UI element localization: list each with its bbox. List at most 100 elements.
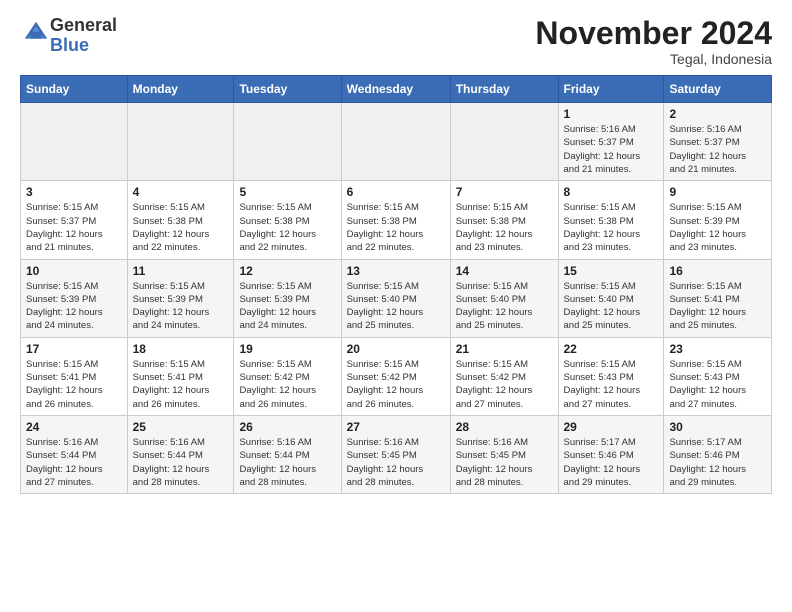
day-number: 14 xyxy=(456,264,553,278)
weekday-header-sunday: Sunday xyxy=(21,76,128,103)
calendar-cell xyxy=(127,103,234,181)
day-info: Sunrise: 5:16 AM Sunset: 5:44 PM Dayligh… xyxy=(133,436,229,489)
day-number: 28 xyxy=(456,420,553,434)
day-info: Sunrise: 5:15 AM Sunset: 5:38 PM Dayligh… xyxy=(239,201,335,254)
weekday-header-thursday: Thursday xyxy=(450,76,558,103)
calendar-table: SundayMondayTuesdayWednesdayThursdayFrid… xyxy=(20,75,772,494)
day-info: Sunrise: 5:15 AM Sunset: 5:39 PM Dayligh… xyxy=(669,201,766,254)
day-info: Sunrise: 5:15 AM Sunset: 5:41 PM Dayligh… xyxy=(133,358,229,411)
logo-icon xyxy=(22,19,50,47)
day-number: 3 xyxy=(26,185,122,199)
logo-general-text: General xyxy=(50,15,117,35)
calendar-cell: 20Sunrise: 5:15 AM Sunset: 5:42 PM Dayli… xyxy=(341,337,450,415)
day-number: 21 xyxy=(456,342,553,356)
day-number: 16 xyxy=(669,264,766,278)
day-info: Sunrise: 5:17 AM Sunset: 5:46 PM Dayligh… xyxy=(564,436,659,489)
day-info: Sunrise: 5:15 AM Sunset: 5:40 PM Dayligh… xyxy=(564,280,659,333)
day-number: 30 xyxy=(669,420,766,434)
day-info: Sunrise: 5:15 AM Sunset: 5:40 PM Dayligh… xyxy=(456,280,553,333)
page: General Blue November 2024 Tegal, Indone… xyxy=(0,0,792,510)
calendar-cell: 1 Sunrise: 5:16 AM Sunset: 5:37 PM Daylig… xyxy=(558,103,664,181)
calendar-cell xyxy=(234,103,341,181)
calendar-cell: 17 Sunrise: 5:15 AM Sunset: 5:41 PM Dayli… xyxy=(21,337,128,415)
logo: General Blue xyxy=(20,16,117,56)
day-number: 2 xyxy=(669,107,766,121)
weekday-header-tuesday: Tuesday xyxy=(234,76,341,103)
day-number: 15 xyxy=(564,264,659,278)
calendar-cell: 11 Sunrise: 5:15 AM Sunset: 5:39 PM Dayli… xyxy=(127,259,234,337)
calendar-cell xyxy=(450,103,558,181)
calendar-cell: 19Sunrise: 5:15 AM Sunset: 5:42 PM Dayli… xyxy=(234,337,341,415)
calendar-cell: 29 Sunrise: 5:17 AM Sunset: 5:46 PM Dayli… xyxy=(558,415,664,493)
day-number: 17 xyxy=(26,342,122,356)
calendar-cell: 15 Sunrise: 5:15 AM Sunset: 5:40 PM Dayli… xyxy=(558,259,664,337)
day-info: Sunrise: 5:15 AM Sunset: 5:40 PM Dayligh… xyxy=(347,280,445,333)
day-number: 26 xyxy=(239,420,335,434)
day-number: 20 xyxy=(347,342,445,356)
calendar-cell: 28 Sunrise: 5:16 AM Sunset: 5:45 PM Dayli… xyxy=(450,415,558,493)
week-row-4: 17 Sunrise: 5:15 AM Sunset: 5:41 PM Dayli… xyxy=(21,337,772,415)
day-number: 22 xyxy=(564,342,659,356)
calendar-cell: 25Sunrise: 5:16 AM Sunset: 5:44 PM Dayli… xyxy=(127,415,234,493)
day-info: Sunrise: 5:15 AM Sunset: 5:37 PM Dayligh… xyxy=(26,201,122,254)
day-info: Sunrise: 5:16 AM Sunset: 5:44 PM Dayligh… xyxy=(239,436,335,489)
calendar-cell: 24 Sunrise: 5:16 AM Sunset: 5:44 PM Dayli… xyxy=(21,415,128,493)
week-row-3: 10 Sunrise: 5:15 AM Sunset: 5:39 PM Dayli… xyxy=(21,259,772,337)
day-info: Sunrise: 5:16 AM Sunset: 5:44 PM Dayligh… xyxy=(26,436,122,489)
day-info: Sunrise: 5:15 AM Sunset: 5:43 PM Dayligh… xyxy=(564,358,659,411)
day-info: Sunrise: 5:16 AM Sunset: 5:45 PM Dayligh… xyxy=(347,436,445,489)
calendar-cell xyxy=(21,103,128,181)
day-number: 11 xyxy=(133,264,229,278)
weekday-header-friday: Friday xyxy=(558,76,664,103)
day-info: Sunrise: 5:15 AM Sunset: 5:38 PM Dayligh… xyxy=(456,201,553,254)
calendar-cell: 27 Sunrise: 5:16 AM Sunset: 5:45 PM Dayli… xyxy=(341,415,450,493)
day-number: 9 xyxy=(669,185,766,199)
day-number: 27 xyxy=(347,420,445,434)
calendar-cell: 13Sunrise: 5:15 AM Sunset: 5:40 PM Dayli… xyxy=(341,259,450,337)
calendar-cell: 5 Sunrise: 5:15 AM Sunset: 5:38 PM Daylig… xyxy=(234,181,341,259)
logo-blue-text: Blue xyxy=(50,35,89,55)
week-row-5: 24 Sunrise: 5:16 AM Sunset: 5:44 PM Dayli… xyxy=(21,415,772,493)
day-number: 12 xyxy=(239,264,335,278)
day-number: 24 xyxy=(26,420,122,434)
day-number: 5 xyxy=(239,185,335,199)
day-info: Sunrise: 5:15 AM Sunset: 5:38 PM Dayligh… xyxy=(347,201,445,254)
day-number: 29 xyxy=(564,420,659,434)
day-info: Sunrise: 5:15 AM Sunset: 5:39 PM Dayligh… xyxy=(133,280,229,333)
day-number: 23 xyxy=(669,342,766,356)
day-info: Sunrise: 5:15 AM Sunset: 5:39 PM Dayligh… xyxy=(239,280,335,333)
weekday-header-saturday: Saturday xyxy=(664,76,772,103)
calendar-cell: 22 Sunrise: 5:15 AM Sunset: 5:43 PM Dayli… xyxy=(558,337,664,415)
calendar-cell: 9 Sunrise: 5:15 AM Sunset: 5:39 PM Daylig… xyxy=(664,181,772,259)
week-row-2: 3 Sunrise: 5:15 AM Sunset: 5:37 PM Daylig… xyxy=(21,181,772,259)
week-row-1: 1 Sunrise: 5:16 AM Sunset: 5:37 PM Daylig… xyxy=(21,103,772,181)
calendar-cell: 12 Sunrise: 5:15 AM Sunset: 5:39 PM Dayli… xyxy=(234,259,341,337)
day-info: Sunrise: 5:15 AM Sunset: 5:42 PM Dayligh… xyxy=(456,358,553,411)
calendar-cell: 26 Sunrise: 5:16 AM Sunset: 5:44 PM Dayli… xyxy=(234,415,341,493)
day-info: Sunrise: 5:15 AM Sunset: 5:43 PM Dayligh… xyxy=(669,358,766,411)
day-number: 1 xyxy=(564,107,659,121)
day-info: Sunrise: 5:15 AM Sunset: 5:38 PM Dayligh… xyxy=(133,201,229,254)
weekday-header-monday: Monday xyxy=(127,76,234,103)
day-info: Sunrise: 5:15 AM Sunset: 5:41 PM Dayligh… xyxy=(26,358,122,411)
calendar-cell: 14 Sunrise: 5:15 AM Sunset: 5:40 PM Dayli… xyxy=(450,259,558,337)
calendar-cell: 2Sunrise: 5:16 AM Sunset: 5:37 PM Daylig… xyxy=(664,103,772,181)
calendar-cell: 6Sunrise: 5:15 AM Sunset: 5:38 PM Daylig… xyxy=(341,181,450,259)
calendar-cell: 16 Sunrise: 5:15 AM Sunset: 5:41 PM Dayli… xyxy=(664,259,772,337)
day-info: Sunrise: 5:15 AM Sunset: 5:41 PM Dayligh… xyxy=(669,280,766,333)
weekday-header-wednesday: Wednesday xyxy=(341,76,450,103)
calendar-cell: 21 Sunrise: 5:15 AM Sunset: 5:42 PM Dayli… xyxy=(450,337,558,415)
calendar-cell: 3 Sunrise: 5:15 AM Sunset: 5:37 PM Daylig… xyxy=(21,181,128,259)
weekday-header-row: SundayMondayTuesdayWednesdayThursdayFrid… xyxy=(21,76,772,103)
day-info: Sunrise: 5:16 AM Sunset: 5:37 PM Dayligh… xyxy=(564,123,659,176)
calendar-cell: 10Sunrise: 5:15 AM Sunset: 5:39 PM Dayli… xyxy=(21,259,128,337)
month-year: November 2024 xyxy=(535,16,772,51)
day-number: 10 xyxy=(26,264,122,278)
day-number: 18 xyxy=(133,342,229,356)
day-info: Sunrise: 5:15 AM Sunset: 5:38 PM Dayligh… xyxy=(564,201,659,254)
day-info: Sunrise: 5:17 AM Sunset: 5:46 PM Dayligh… xyxy=(669,436,766,489)
calendar-cell: 8Sunrise: 5:15 AM Sunset: 5:38 PM Daylig… xyxy=(558,181,664,259)
day-info: Sunrise: 5:15 AM Sunset: 5:42 PM Dayligh… xyxy=(239,358,335,411)
day-number: 7 xyxy=(456,185,553,199)
day-info: Sunrise: 5:16 AM Sunset: 5:45 PM Dayligh… xyxy=(456,436,553,489)
